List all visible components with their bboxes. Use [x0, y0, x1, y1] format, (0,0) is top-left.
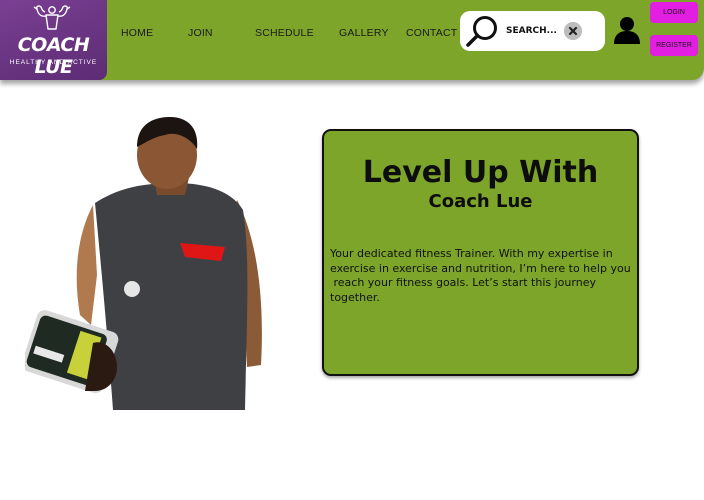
- hero-description: Your dedicated fitness Trainer. With my …: [330, 247, 636, 305]
- nav-home[interactable]: HOME: [121, 27, 153, 39]
- site-header: COACH LUE HEALTHY AND ACTIVE HOME JOIN S…: [0, 0, 704, 80]
- close-icon[interactable]: [564, 22, 582, 40]
- register-button[interactable]: REGISTER: [650, 35, 698, 56]
- brand-name: COACH LUE: [17, 34, 90, 78]
- hero-description-line: Your dedicated fitness Trainer. With my …: [330, 247, 613, 260]
- hero-card: Level Up With Coach Lue Your dedicated f…: [322, 129, 639, 376]
- search-input[interactable]: [506, 23, 566, 39]
- nav-contact[interactable]: CONTACT: [406, 27, 457, 39]
- nav-schedule[interactable]: SCHEDULE: [255, 27, 314, 39]
- search-icon[interactable]: [464, 15, 498, 47]
- flexing-arms-icon: [33, 5, 71, 30]
- login-button[interactable]: LOGIN: [650, 2, 698, 23]
- nav-gallery[interactable]: GALLERY: [339, 27, 389, 39]
- user-icon[interactable]: [613, 15, 641, 45]
- brand-tagline: HEALTHY AND ACTIVE: [9, 59, 98, 66]
- hero-heading: Level Up With: [362, 155, 599, 190]
- hero-description-line: together.: [330, 290, 380, 304]
- hero-description-line: exercise in exercise and nutrition, I’m …: [330, 261, 631, 275]
- search-bar: [460, 11, 605, 51]
- hero-subheading: Coach Lue: [428, 191, 533, 212]
- nav-join[interactable]: JOIN: [188, 27, 213, 39]
- hero-description-line: reach your fitness goals. Let’s start th…: [330, 276, 596, 290]
- brand-logo[interactable]: COACH LUE HEALTHY AND ACTIVE: [0, 0, 107, 80]
- coach-photo: [25, 117, 262, 410]
